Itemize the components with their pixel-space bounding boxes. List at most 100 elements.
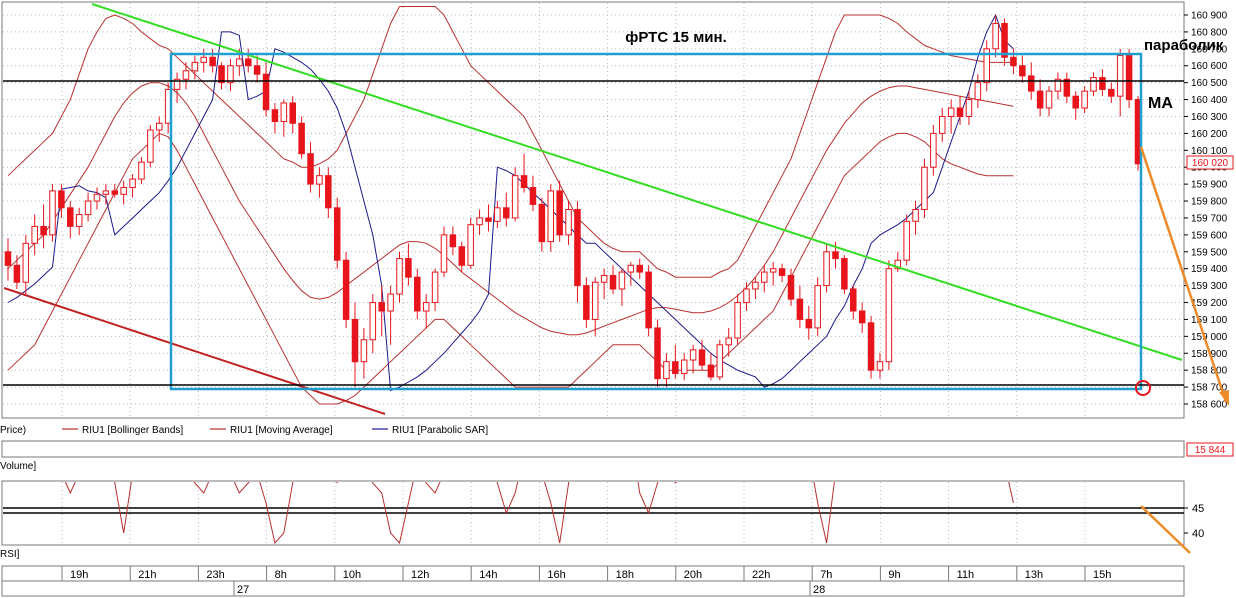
price-plot-frame	[1, 1, 1185, 419]
candle-body	[921, 166, 928, 210]
candle-body	[298, 122, 305, 155]
time-label: 18h	[616, 569, 634, 581]
candle-body	[138, 161, 145, 180]
candle-body	[156, 122, 163, 131]
candle-body	[378, 302, 385, 312]
candle-body	[823, 251, 830, 287]
candle-body	[618, 271, 626, 290]
candle-body	[111, 190, 119, 195]
price-panel: 158 600158 700158 800158 900159 000159 1…	[1, 1, 1234, 419]
candle-body	[333, 207, 341, 261]
legend-price-label: Price)	[0, 425, 26, 436]
candle-body	[414, 276, 421, 312]
candle-body	[867, 322, 875, 371]
candle-body	[672, 361, 679, 375]
candle-body	[1099, 77, 1106, 90]
price-y-axis: 158 600158 700158 800158 900159 000159 1…	[1184, 11, 1228, 411]
price-tick-label: 159 800	[1191, 197, 1228, 208]
legend-row: Price) RIU1 [Bollinger Bands] RIU1 [Movi…	[0, 425, 488, 436]
candle-body	[787, 274, 795, 300]
candle-body	[876, 361, 884, 371]
time-label: 10h	[343, 569, 361, 581]
candle-body	[743, 288, 750, 304]
candle-body	[494, 207, 501, 222]
candle-body	[520, 175, 528, 189]
price-tick-label: 159 200	[1191, 298, 1228, 309]
time-label: 23h	[206, 569, 224, 581]
candle-body	[1125, 55, 1133, 101]
current-price-label: 160 020	[1192, 158, 1229, 169]
candle-body	[654, 327, 661, 380]
candle-body	[850, 288, 857, 312]
chart-title: фРТС 15 мин.	[625, 29, 727, 46]
candle-body	[1081, 90, 1088, 109]
candle-body	[503, 207, 510, 219]
price-tick-label: 160 900	[1191, 11, 1228, 22]
candle-body	[182, 70, 190, 80]
price-tick-label: 159 400	[1191, 264, 1228, 275]
price-tick-label: 160 200	[1191, 129, 1228, 140]
candle-body	[698, 349, 706, 366]
candle-body	[1045, 90, 1053, 109]
price-tick-label: 160 100	[1191, 146, 1228, 157]
price-tick-label: 158 800	[1191, 366, 1228, 377]
time-label: 9h	[888, 569, 900, 581]
time-label: 7h	[820, 569, 832, 581]
candle-body	[912, 209, 919, 222]
candle-body	[316, 175, 323, 185]
time-label: 14h	[479, 569, 497, 581]
time-axis: 19h 21h 23h 8h 10h 12h 14h 16h 18h 20h 22h 7h 9h 11h 1…	[1, 565, 1185, 597]
candle-body	[200, 56, 208, 63]
candle-body	[4, 251, 12, 266]
candle-body	[1108, 88, 1115, 97]
candle-body	[956, 107, 964, 117]
candle-body	[600, 274, 608, 283]
candle-body	[22, 242, 30, 283]
legend-sar-label: RIU1 [Parabolic SAR]	[392, 425, 488, 436]
candle-body	[289, 102, 296, 124]
rsi-y-axis: 40 45	[1184, 503, 1204, 540]
candle-body	[974, 82, 982, 101]
candle-body	[244, 58, 252, 67]
candle-body	[565, 209, 572, 236]
candle-body	[574, 209, 581, 287]
time-label: 8h	[275, 569, 287, 581]
candle-body	[832, 251, 839, 260]
candle-body	[369, 302, 377, 341]
date-label: 28	[813, 584, 825, 596]
candle-body	[636, 264, 643, 273]
candle-body	[467, 224, 474, 266]
candle-body	[67, 207, 74, 227]
time-label: 22h	[752, 569, 770, 581]
candle-body	[58, 190, 65, 209]
candle-body	[40, 225, 47, 236]
candle-body	[13, 264, 21, 283]
candle-body	[227, 65, 234, 84]
price-tick-label: 160 300	[1191, 112, 1228, 123]
candle-body	[422, 302, 430, 312]
candle-body	[814, 285, 821, 329]
candle-body	[796, 298, 804, 320]
candle-body	[360, 339, 368, 363]
candle-body	[31, 225, 38, 244]
candle-body	[965, 99, 973, 117]
candle-body	[707, 364, 715, 378]
candle-body	[271, 109, 279, 123]
ma-annotation: MA	[1148, 95, 1173, 112]
price-tick-label: 158 600	[1191, 400, 1228, 411]
candle-body	[689, 349, 697, 361]
candle-body	[885, 268, 893, 363]
candle-body	[583, 285, 590, 320]
candle-body	[734, 302, 741, 339]
candle-body	[1027, 75, 1035, 92]
candle-body	[947, 107, 955, 117]
candle-body	[841, 258, 848, 290]
candle-body	[1001, 22, 1008, 58]
candle-body	[1063, 78, 1071, 97]
candle-body	[609, 274, 617, 290]
time-label: 11h	[957, 569, 975, 581]
candle-body	[387, 293, 394, 312]
volume-panel: 15 844 Volume]	[0, 440, 1234, 472]
volume-plot-frame	[1, 440, 1185, 458]
time-label: 20h	[684, 569, 702, 581]
